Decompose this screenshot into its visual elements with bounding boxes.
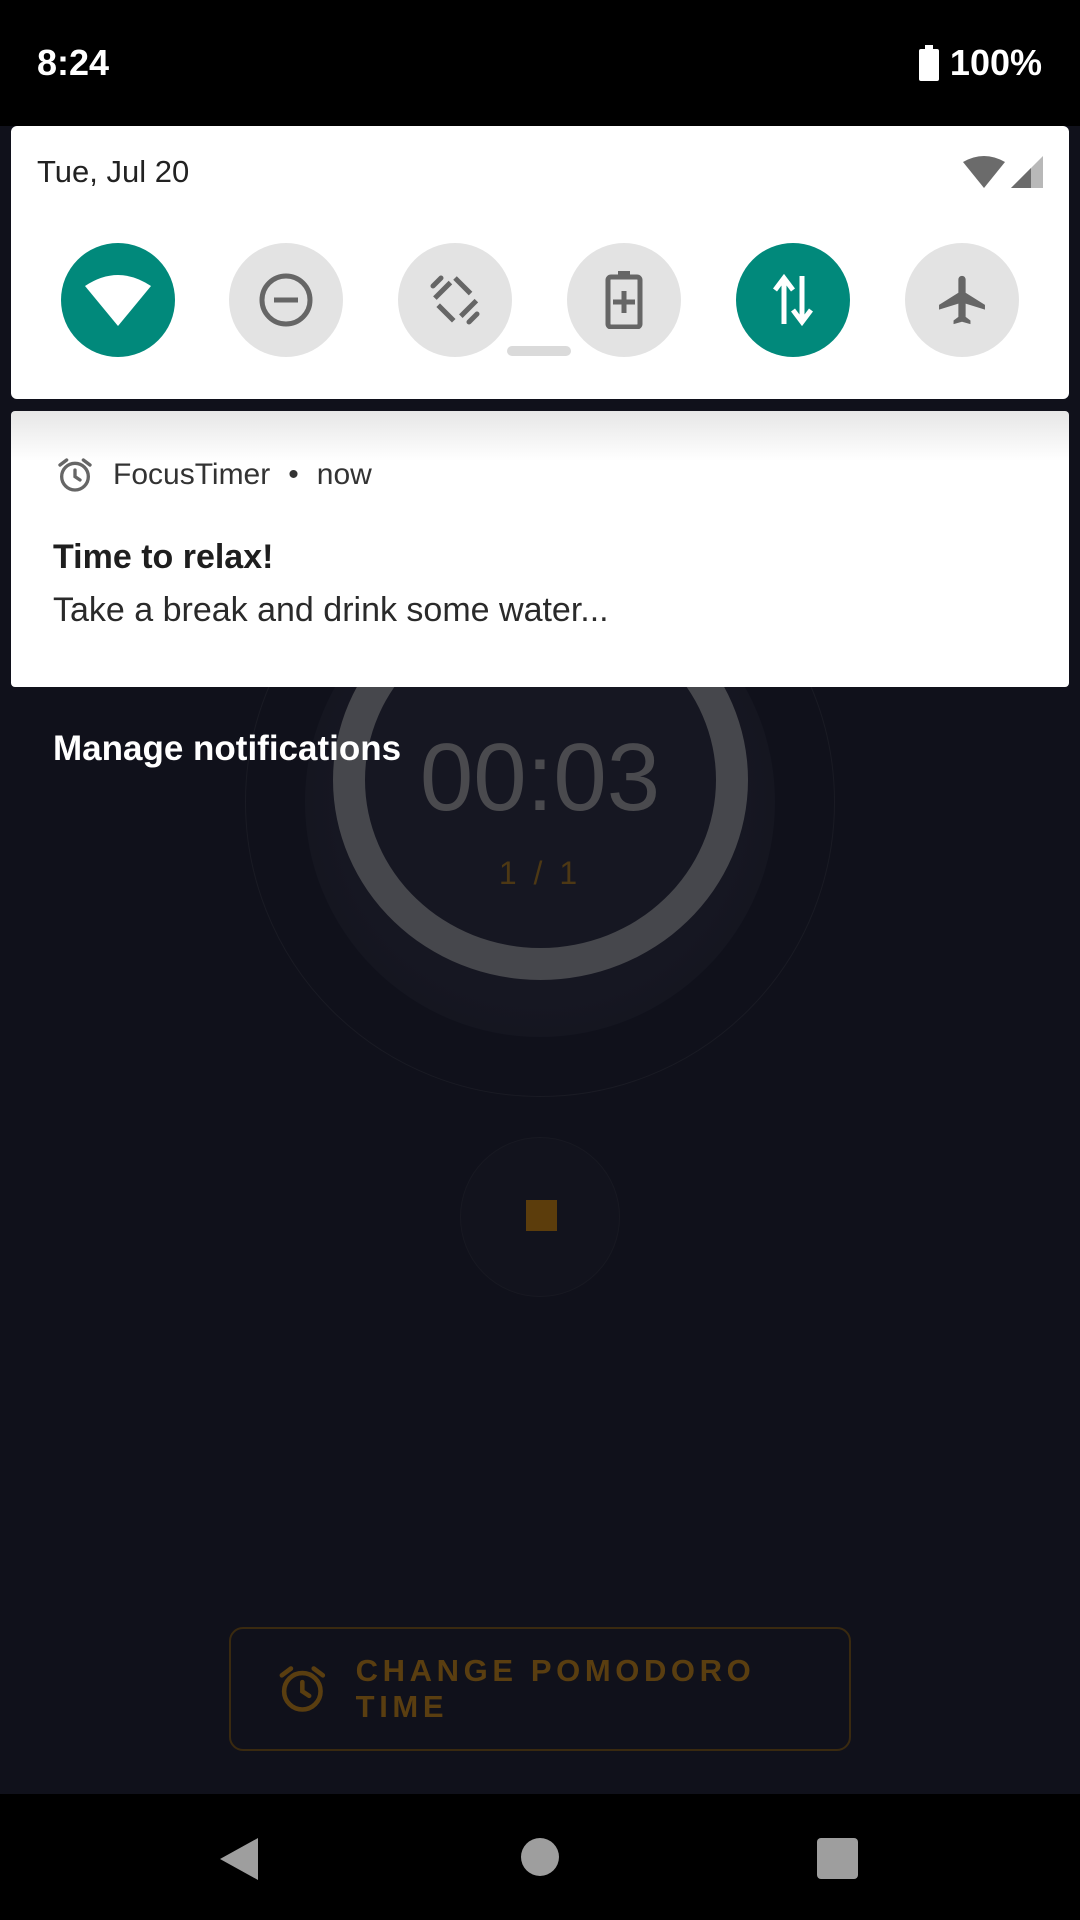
notification-header: FocusTimer • now bbox=[55, 455, 372, 495]
cell-signal-icon bbox=[1011, 156, 1043, 188]
stop-icon bbox=[526, 1200, 557, 1231]
notification-card[interactable]: FocusTimer • now Time to relax! Take a b… bbox=[11, 411, 1069, 687]
status-right-group: 100% bbox=[918, 42, 1042, 84]
tile-airplane-mode[interactable] bbox=[905, 243, 1019, 357]
notification-body: Take a break and drink some water... bbox=[53, 591, 609, 629]
tile-do-not-disturb[interactable] bbox=[229, 243, 343, 357]
tile-mobile-data[interactable] bbox=[736, 243, 850, 357]
qs-drag-handle[interactable] bbox=[507, 346, 571, 356]
tile-battery-saver[interactable] bbox=[567, 243, 681, 357]
airplane-icon bbox=[939, 275, 985, 325]
back-icon[interactable] bbox=[218, 1836, 260, 1882]
change-pomodoro-time-button[interactable]: CHANGE POMODORO TIME bbox=[229, 1627, 851, 1751]
qs-status-icons bbox=[963, 156, 1043, 188]
notification-app-name: FocusTimer bbox=[113, 458, 271, 491]
rotate-icon bbox=[429, 274, 481, 326]
status-bar: 8:24 100% bbox=[0, 0, 1080, 126]
tile-auto-rotate[interactable] bbox=[398, 243, 512, 357]
battery-percentage: 100% bbox=[949, 42, 1042, 83]
session-counter: 1 / 1 bbox=[498, 855, 582, 891]
recents-icon[interactable] bbox=[817, 1838, 858, 1879]
quick-settings-panel: Tue, Jul 20 bbox=[11, 126, 1069, 399]
alarm-clock-icon bbox=[279, 1666, 326, 1712]
notification-time: now bbox=[316, 458, 372, 491]
alarm-clock-icon bbox=[58, 458, 92, 492]
data-arrows-icon bbox=[773, 273, 813, 327]
qs-date: Tue, Jul 20 bbox=[37, 154, 190, 189]
tile-wifi[interactable] bbox=[61, 243, 175, 357]
notification-separator: • bbox=[288, 458, 299, 491]
manage-notifications-button[interactable]: Manage notifications bbox=[53, 729, 401, 769]
battery-saver-icon bbox=[605, 271, 643, 329]
battery-icon bbox=[918, 45, 939, 81]
status-time: 8:24 bbox=[37, 42, 110, 83]
change-pomodoro-time-label: CHANGE POMODORO TIME bbox=[355, 1653, 756, 1724]
home-icon[interactable] bbox=[521, 1838, 559, 1876]
notification-title: Time to relax! bbox=[53, 538, 274, 576]
wifi-signal-icon bbox=[963, 156, 1005, 188]
dnd-icon bbox=[259, 273, 313, 327]
wifi-icon bbox=[85, 275, 151, 326]
